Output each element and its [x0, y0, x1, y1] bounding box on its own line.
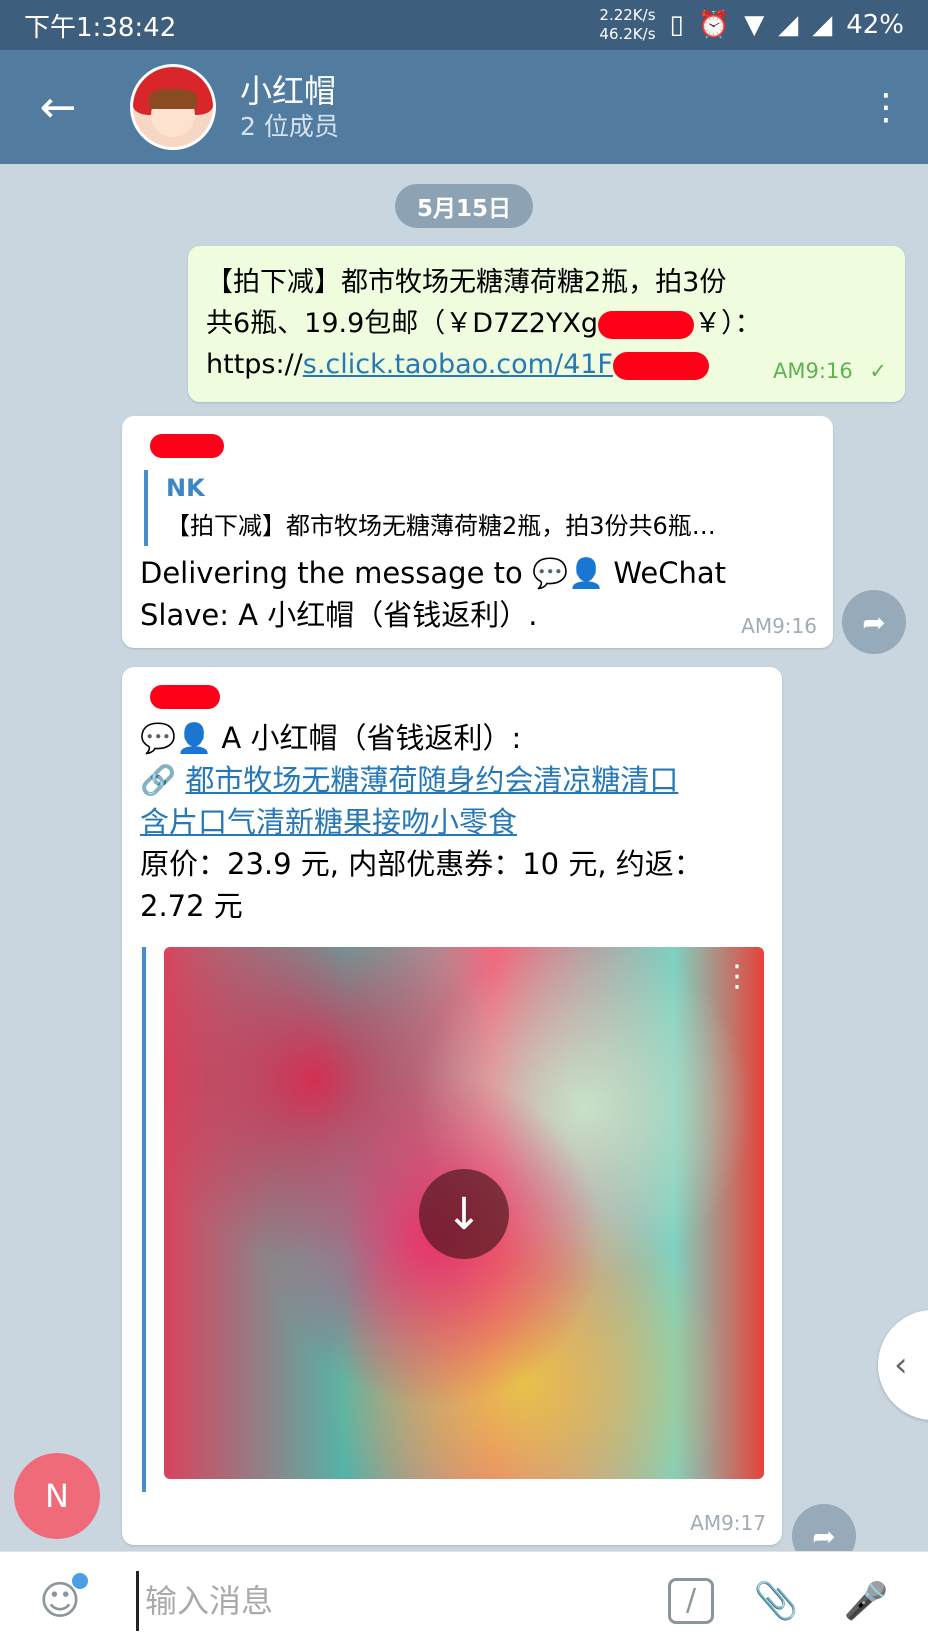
incoming-message[interactable]: NK 【拍下减】都市牧场无糖薄荷糖2瓶，拍3份共6瓶… Delivering t…: [122, 416, 833, 648]
share-icon[interactable]: ➦: [842, 590, 906, 654]
wifi-icon: ▼: [744, 10, 765, 40]
message-line: 🔗 都市牧场无糖薄荷随身约会清凉糖清口: [140, 759, 764, 801]
product-link[interactable]: 都市牧场无糖薄荷随身约会清凉糖清口: [185, 763, 678, 797]
chat-header: ← 小红帽 2 位成员 ⋮: [0, 50, 928, 164]
link-icon: 🔗: [140, 763, 177, 797]
chevron-left-icon[interactable]: ‹: [878, 1310, 928, 1420]
upload-speed: 2.22K/s: [599, 6, 656, 24]
notification-dot: [72, 1572, 88, 1589]
message-line: 含片口气清新糖果接吻小零食: [140, 801, 764, 843]
product-link-cont[interactable]: 含片口气清新糖果接吻小零食: [140, 805, 517, 839]
user-avatar-fab[interactable]: N: [14, 1453, 100, 1539]
message-line: 【拍下减】都市牧场无糖薄荷糖2瓶，拍3份: [206, 267, 727, 298]
message-line: 原价：23.9 元, 内部优惠券：10 元, 约返：: [140, 847, 703, 881]
status-bar: 下午1:38:42 2.22K/s 46.2K/s ▯ ⏰ ▼ ◢ ◢ 42%: [0, 0, 928, 50]
message-link[interactable]: s.click.taobao.com/41F: [303, 349, 613, 380]
chat-title: 小红帽: [240, 72, 337, 110]
message-time: AM9:17: [690, 1511, 766, 1535]
message-time: AM9:16: [773, 359, 853, 383]
reply-quote[interactable]: NK 【拍下减】都市牧场无糖薄荷糖2瓶，拍3份共6瓶…: [144, 470, 815, 546]
redaction-mark: [598, 310, 695, 339]
more-vertical-icon[interactable]: ⋮: [722, 959, 752, 994]
status-time: 下午1:38:42: [24, 12, 177, 43]
signal-icon: ◢: [778, 10, 799, 40]
chat-title-area[interactable]: 小红帽 2 位成员: [240, 71, 866, 143]
read-check-icon: ✓: [869, 359, 887, 383]
incoming-message[interactable]: 💬👤 A 小红帽（省钱返利）: 🔗 都市牧场无糖薄荷随身约会清凉糖清口 含片口气…: [122, 667, 782, 1545]
message-line: Slave: A 小红帽（省钱返利）.: [140, 598, 538, 632]
outgoing-message[interactable]: 【拍下减】都市牧场无糖薄荷糖2瓶，拍3份 共6瓶、19.9包邮（￥D7Z2YXg…: [188, 246, 905, 402]
date-separator: 5月15日: [395, 184, 533, 228]
redaction-mark: [612, 351, 709, 380]
chat-avatar[interactable]: [130, 64, 216, 150]
sender-name-redacted: [150, 434, 224, 458]
message-line: 💬👤 A 小红帽（省钱返利）:: [140, 721, 522, 755]
quote-sender: NK: [166, 474, 205, 502]
signal-icon-2: ◢: [812, 10, 833, 40]
alarm-icon: ⏰: [697, 10, 731, 40]
message-time: AM9:16: [741, 614, 817, 638]
message-input-bar: ☺ / 📎 🎤: [0, 1551, 928, 1649]
member-count: 2 位成员: [240, 112, 339, 141]
share-icon[interactable]: ➦: [792, 1504, 856, 1551]
sender-name-redacted: [150, 685, 220, 709]
quote-text: 【拍下减】都市牧场无糖薄荷糖2瓶，拍3份共6瓶…: [166, 512, 716, 540]
download-icon[interactable]: ↓: [419, 1169, 509, 1259]
media-preview: ⋮ ↓: [142, 947, 764, 1492]
more-vertical-icon[interactable]: ⋮: [866, 77, 906, 137]
status-icons: 2.22K/s 46.2K/s ▯ ⏰ ▼ ◢ ◢ 42%: [599, 6, 904, 44]
attach-icon[interactable]: 📎: [748, 1573, 804, 1629]
sticker-icon[interactable]: ☺: [30, 1571, 90, 1631]
message-line: 共6瓶、19.9包邮（￥D7Z2YXg ￥）：: [206, 308, 762, 339]
message-line: 2.72 元: [140, 889, 243, 923]
battery-level: 42%: [846, 10, 904, 40]
network-speed: 2.22K/s 46.2K/s: [599, 6, 655, 44]
mic-icon[interactable]: 🎤: [838, 1573, 894, 1629]
message-line: Delivering the message to 💬👤 WeChat: [140, 556, 726, 590]
vibrate-icon: ▯: [669, 10, 684, 40]
download-speed: 46.2K/s: [599, 25, 656, 43]
message-meta: AM9:16 ✓: [773, 351, 887, 392]
message-input[interactable]: [136, 1570, 668, 1631]
back-arrow-icon[interactable]: ←: [28, 77, 88, 137]
product-image[interactable]: ⋮ ↓: [164, 947, 764, 1479]
bot-command-icon[interactable]: /: [668, 1577, 714, 1624]
message-list[interactable]: 5月15日 【拍下减】都市牧场无糖薄荷糖2瓶，拍3份 共6瓶、19.9包邮（￥D…: [0, 164, 928, 1551]
